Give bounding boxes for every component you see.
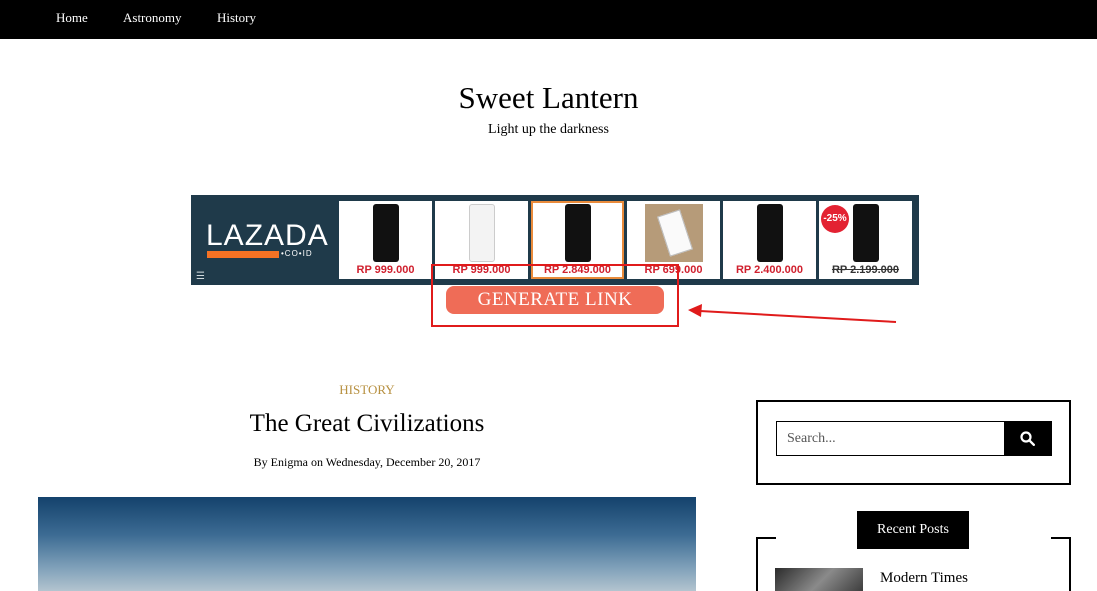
search-input[interactable] xyxy=(776,421,1005,456)
menu-icon[interactable]: ☰ xyxy=(196,271,205,282)
nav-history[interactable]: History xyxy=(217,10,256,26)
lazada-logo[interactable]: LAZADA xyxy=(206,219,329,253)
post-byline: By Enigma on Wednesday, December 20, 201… xyxy=(253,455,481,469)
phone-icon xyxy=(372,204,399,262)
ad-product[interactable]: -25% RP 2.199.000 xyxy=(819,201,912,279)
search-widget xyxy=(756,400,1071,485)
annotation-arrow-icon xyxy=(688,304,897,323)
post-category[interactable]: HISTORY xyxy=(38,382,696,398)
search-icon xyxy=(1020,431,1035,446)
site-tagline: Light up the darkness xyxy=(488,122,609,137)
lazada-logo-bar xyxy=(207,251,279,258)
product-price: RP 999.000 xyxy=(356,264,415,276)
lazada-logo-domain: •CO•ID xyxy=(281,249,313,258)
annotation-highlight-box xyxy=(431,264,679,327)
ad-product[interactable]: RP 999.000 xyxy=(339,201,432,279)
phone-photo-icon xyxy=(644,204,703,262)
product-price: RP 2.199.000 xyxy=(831,264,900,276)
site-title[interactable]: Sweet Lantern xyxy=(0,80,1097,116)
post-hero-image xyxy=(38,497,696,591)
phone-icon xyxy=(468,204,495,262)
nav-astronomy[interactable]: Astronomy xyxy=(123,10,182,26)
post-title[interactable]: The Great Civilizations xyxy=(38,410,696,438)
phone-icon xyxy=(564,204,591,262)
phone-icon xyxy=(756,204,783,262)
recent-post-thumbnail[interactable] xyxy=(775,568,863,591)
frame-corner xyxy=(1051,537,1069,539)
top-navigation: Home Astronomy History xyxy=(0,0,1097,39)
product-price: RP 2.400.000 xyxy=(735,264,804,276)
discount-badge: -25% xyxy=(821,205,849,233)
recent-posts-heading: Recent Posts xyxy=(857,511,969,549)
recent-post-link[interactable]: Modern Times xyxy=(880,570,968,587)
phone-icon xyxy=(852,204,879,262)
frame-corner xyxy=(758,537,776,539)
search-button[interactable] xyxy=(1004,421,1052,456)
ad-product[interactable]: RP 2.400.000 xyxy=(723,201,816,279)
nav-home[interactable]: Home xyxy=(56,10,88,26)
